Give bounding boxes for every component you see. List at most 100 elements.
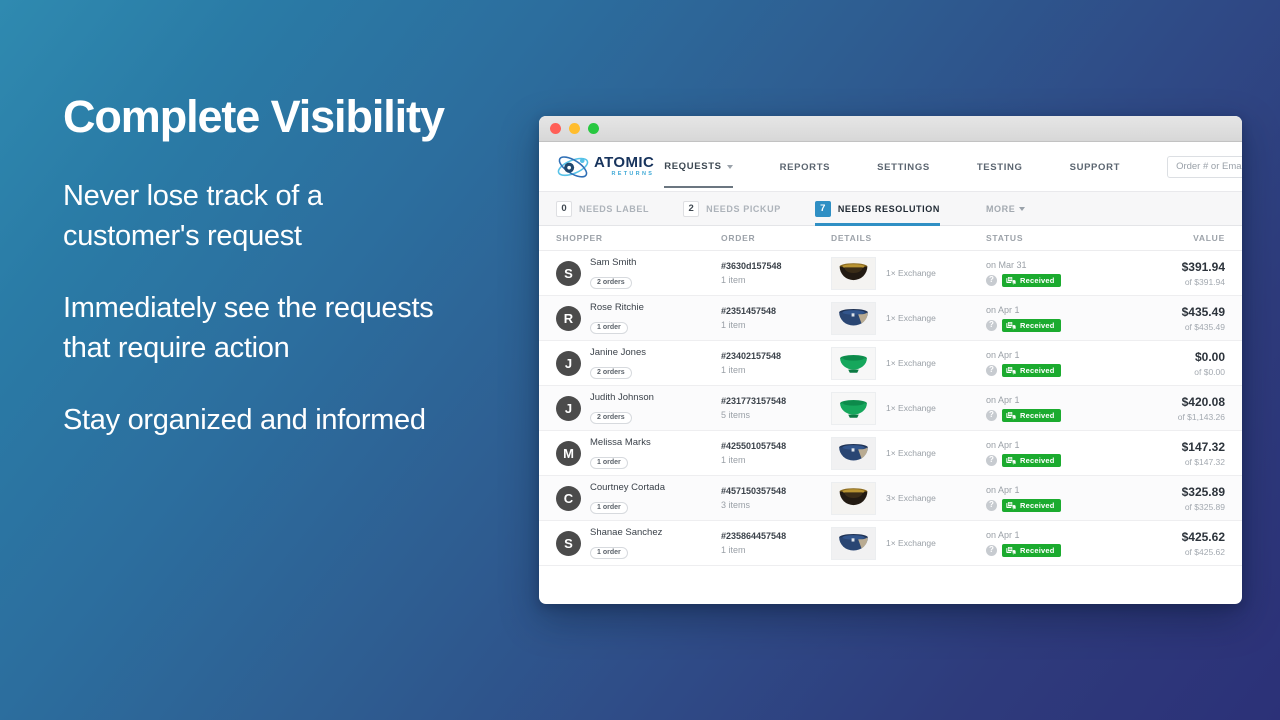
minimize-icon[interactable]: [569, 123, 580, 134]
chevron-down-icon: [1019, 206, 1026, 211]
shopper-name: Courtney Cortada: [590, 482, 665, 493]
status-badge: Received: [1002, 543, 1061, 557]
shopper-name: Sam Smith: [590, 257, 637, 268]
value-total: of $1,143.26: [1177, 411, 1225, 422]
order-number: #457150357548: [721, 486, 787, 496]
help-icon[interactable]: ?: [986, 409, 997, 421]
order-item-count: 5 items: [721, 410, 751, 420]
package-icon: [1006, 500, 1016, 510]
status-badge-label: Received: [1020, 410, 1055, 420]
help-icon[interactable]: ?: [986, 274, 997, 286]
nav-item-settings-label: SETTINGS: [877, 162, 930, 173]
orders-badge: 1 order: [590, 321, 628, 334]
product-thumbnail[interactable]: [831, 526, 876, 560]
window-titlebar: [539, 116, 1242, 142]
status-date: on Apr 1: [986, 439, 1020, 450]
orders-badge: 1 order: [590, 501, 628, 514]
close-icon[interactable]: [550, 123, 561, 134]
tab-needs-label-label: NEEDS LABEL: [579, 203, 650, 214]
order-item-count: 1 item: [721, 275, 746, 285]
product-thumbnail[interactable]: [831, 436, 876, 470]
avatar: J: [556, 395, 581, 421]
help-icon[interactable]: ?: [986, 319, 997, 331]
status-badge: Received: [1002, 408, 1061, 422]
package-icon: [1006, 320, 1016, 330]
search-area: [1167, 155, 1242, 178]
tab-needs-label-count: 0: [556, 200, 572, 217]
table-row[interactable]: M Melissa Marks 1 order #425501057548 1 item…: [539, 431, 1242, 476]
package-icon: [1006, 365, 1016, 375]
value-amount: $425.62: [1181, 529, 1225, 544]
avatar: J: [556, 350, 581, 376]
orders-badge: 1 order: [590, 546, 628, 559]
orders-badge: 1 order: [590, 456, 628, 469]
table-row[interactable]: S Shanae Sanchez 1 order #235864457548 1 ite…: [539, 521, 1242, 566]
table-row[interactable]: J Janine Jones 2 orders #23402157548 1 item …: [539, 341, 1242, 386]
product-thumbnail[interactable]: [831, 346, 876, 380]
value-amount: $420.08: [1181, 394, 1225, 409]
order-number: #2351457548: [721, 306, 777, 316]
shopper-name: Rose Ritchie: [590, 302, 644, 313]
status-badge: Received: [1002, 453, 1061, 467]
nav-item-settings[interactable]: SETTINGS: [877, 146, 930, 187]
table-row[interactable]: S Sam Smith 2 orders #3630d157548 1 item 1× …: [539, 251, 1242, 296]
page-title: Complete Visibility: [63, 91, 445, 142]
shopper-name: Melissa Marks: [590, 437, 651, 448]
table-row[interactable]: R Rose Ritchie 1 order #2351457548 1 item 1×…: [539, 296, 1242, 341]
product-thumbnail[interactable]: [831, 391, 876, 425]
help-icon[interactable]: ?: [986, 544, 997, 556]
avatar: S: [556, 260, 581, 286]
search-input[interactable]: [1168, 156, 1242, 177]
search-box[interactable]: [1167, 155, 1242, 178]
status-date: on Apr 1: [986, 394, 1020, 405]
value-total: of $0.00: [1194, 366, 1225, 377]
tab-more[interactable]: MORE: [986, 192, 1026, 225]
nav-item-requests[interactable]: REQUESTS: [664, 145, 733, 188]
package-icon: [1006, 275, 1016, 285]
product-thumbnail[interactable]: [831, 301, 876, 335]
order-number: #23402157548: [721, 351, 782, 361]
table-row[interactable]: C Courtney Cortada 1 order #457150357548 3 i…: [539, 476, 1242, 521]
zoom-icon[interactable]: [588, 123, 599, 134]
value-amount: $391.94: [1181, 259, 1225, 274]
nav-item-reports[interactable]: REPORTS: [780, 146, 830, 187]
brand-logo[interactable]: ATOMIC RETURNS: [556, 153, 654, 181]
exchange-label: 1× Exchange: [886, 403, 936, 413]
status-badge-label: Received: [1020, 500, 1055, 510]
value-total: of $325.89: [1184, 501, 1225, 512]
product-image: [832, 392, 875, 424]
column-header-details: DETAILS: [831, 233, 872, 243]
nav-item-reports-label: REPORTS: [779, 162, 831, 173]
nav-item-testing[interactable]: TESTING: [977, 146, 1023, 187]
order-item-count: 1 item: [721, 365, 746, 375]
column-header-status: STATUS: [986, 233, 1024, 243]
product-image: [832, 347, 875, 379]
tab-needs-resolution[interactable]: 7 NEEDS RESOLUTION: [814, 192, 958, 226]
product-image: [832, 482, 875, 514]
table-row[interactable]: J Judith Johnson 2 orders #231773157548 5 it…: [539, 386, 1242, 431]
product-thumbnail[interactable]: [831, 481, 876, 515]
orders-badge: 2 orders: [590, 411, 632, 424]
status-badge: Received: [1002, 318, 1061, 332]
exchange-label: 1× Exchange: [886, 313, 936, 323]
nav-item-support[interactable]: SUPPORT: [1070, 146, 1120, 187]
primary-nav: REQUESTS REPORTS SETTINGS TESTING SUPPOR…: [664, 145, 1167, 188]
product-image: [832, 527, 875, 559]
status-date: on Apr 1: [986, 304, 1020, 315]
shopper-name: Shanae Sanchez: [590, 527, 663, 538]
product-thumbnail[interactable]: [831, 256, 876, 290]
status-badge: Received: [1002, 363, 1061, 377]
order-number: #235864457548: [721, 531, 787, 541]
exchange-label: 1× Exchange: [886, 358, 936, 368]
tab-needs-pickup[interactable]: 2 NEEDS PICKUP: [683, 192, 799, 225]
tab-needs-pickup-count: 2: [683, 200, 700, 217]
package-icon: [1006, 455, 1016, 465]
help-icon[interactable]: ?: [986, 364, 997, 376]
help-icon[interactable]: ?: [986, 454, 997, 466]
requests-table: SHOPPER ORDER DETAILS STATUS VALUE S Sam …: [539, 226, 1242, 566]
status-date: on Apr 1: [986, 529, 1020, 540]
tab-needs-label[interactable]: 0 NEEDS LABEL: [556, 192, 667, 225]
status-badge-label: Received: [1020, 365, 1055, 375]
avatar: S: [556, 530, 581, 556]
help-icon[interactable]: ?: [986, 499, 997, 511]
